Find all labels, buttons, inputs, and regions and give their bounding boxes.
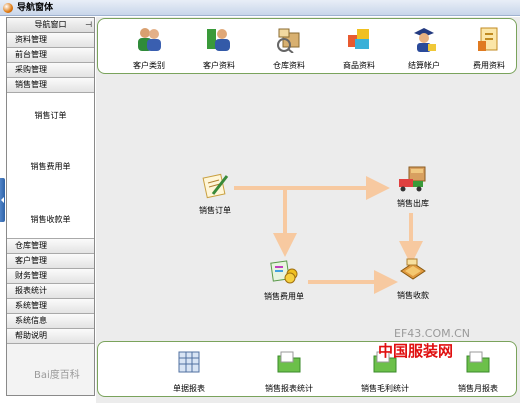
site-watermark: EF43.COM.CN: [394, 327, 471, 340]
toolbar-settlement-account[interactable]: 结算帐户: [395, 25, 453, 71]
menu-item-data-management[interactable]: 资料管理: [7, 33, 94, 48]
flow-node-sales-order[interactable]: 销售订单: [190, 170, 240, 216]
sales-expense-icon: [270, 260, 298, 284]
window-title: 导航窗体: [17, 3, 54, 13]
toolbar-warehouse-label: 仓库资料: [273, 61, 305, 70]
submenu-item-sales-order[interactable]: 销售订单: [7, 110, 94, 121]
customer-profile-icon: [207, 29, 230, 51]
flow-node-sales-receipt[interactable]: 销售收款: [388, 255, 438, 301]
menu-item-help[interactable]: 帮助说明: [7, 329, 94, 344]
navigation-pane: 导航窗口 ⊣ 资料管理 前台管理 采购管理 销售管理 销售订单 销售费用单 销售…: [6, 17, 95, 396]
navigation-pane-header: 导航窗口 ⊣: [7, 18, 94, 33]
toolbar-customer-category-label: 客户类别: [133, 61, 165, 70]
settlement-account-icon: [414, 28, 436, 52]
flow-label-sales-expense: 销售费用单: [264, 292, 304, 301]
master-data-toolbar: 客户类别 客户资料 仓库资料 商品资料 结算帐户 费用资料: [97, 18, 517, 74]
sales-submenu: 销售订单 销售费用单 销售收款单: [7, 93, 94, 239]
brand-watermark: 中国服装网: [378, 342, 454, 360]
report-sales-statistics-label: 销售报表统计: [265, 384, 313, 393]
menu-item-sales[interactable]: 销售管理: [7, 78, 94, 93]
report-monthly[interactable]: 销售月报表: [443, 348, 513, 394]
menu-item-system-management[interactable]: 系统管理: [7, 299, 94, 314]
flow-label-sales-order: 销售订单: [199, 206, 231, 215]
menu-item-system-info[interactable]: 系统信息: [7, 314, 94, 329]
pin-icon[interactable]: ⊣: [85, 18, 92, 32]
window-titlebar: 导航窗体: [0, 0, 520, 16]
sales-report-icon: [277, 351, 301, 373]
toolbar-expense-label: 费用资料: [473, 61, 505, 70]
toolbar-warehouse[interactable]: 仓库资料: [260, 25, 318, 71]
flow-node-sales-expense[interactable]: 销售费用单: [256, 256, 312, 302]
toolbar-expense[interactable]: 费用资料: [460, 25, 518, 71]
report-document-label: 单据报表: [173, 384, 205, 393]
menu-item-front-desk[interactable]: 前台管理: [7, 48, 94, 63]
app-icon: [3, 3, 13, 13]
customer-category-icon: [138, 28, 161, 51]
sales-receipt-icon: [400, 258, 426, 280]
baidu-watermark: Bai度百科: [34, 370, 80, 381]
toolbar-customer-profile[interactable]: 客户资料: [190, 25, 248, 71]
warehouse-icon: [277, 28, 300, 54]
sales-order-icon: [202, 173, 229, 199]
submenu-item-sales-receipt[interactable]: 销售收款单: [7, 214, 94, 225]
collapse-sidebar-tab[interactable]: [0, 178, 5, 222]
report-monthly-label: 销售月报表: [458, 384, 498, 393]
expense-icon: [478, 27, 498, 51]
menu-item-reports[interactable]: 报表统计: [7, 284, 94, 299]
monthly-report-icon: [466, 351, 490, 373]
product-icon: [348, 29, 369, 49]
toolbar-customer-profile-label: 客户资料: [203, 61, 235, 70]
menu-item-warehouse[interactable]: 仓库管理: [7, 239, 94, 254]
toolbar-settlement-account-label: 结算帐户: [408, 61, 440, 70]
report-document[interactable]: 单据报表: [154, 348, 224, 394]
document-report-icon: [178, 351, 200, 373]
toolbar-customer-category[interactable]: 客户类别: [120, 25, 178, 71]
menu-item-finance[interactable]: 财务管理: [7, 269, 94, 284]
report-gross-profit-label: 销售毛利统计: [361, 384, 409, 393]
menu-item-purchasing[interactable]: 采购管理: [7, 63, 94, 78]
navigation-pane-title: 导航窗口: [34, 20, 67, 29]
submenu-item-sales-expense[interactable]: 销售费用单: [7, 161, 94, 172]
flow-label-sales-receipt: 销售收款: [397, 291, 429, 300]
flow-node-sales-outbound[interactable]: 销售出库: [386, 163, 440, 209]
menu-item-customer[interactable]: 客户管理: [7, 254, 94, 269]
toolbar-product[interactable]: 商品资料: [330, 25, 388, 71]
toolbar-product-label: 商品资料: [343, 61, 375, 70]
sales-outbound-icon: [399, 166, 426, 192]
flow-label-sales-outbound: 销售出库: [397, 199, 429, 208]
report-sales-statistics[interactable]: 销售报表统计: [254, 348, 324, 394]
reports-toolbar: 单据报表 销售报表统计 销售毛利统计 销售月报表: [97, 341, 517, 397]
